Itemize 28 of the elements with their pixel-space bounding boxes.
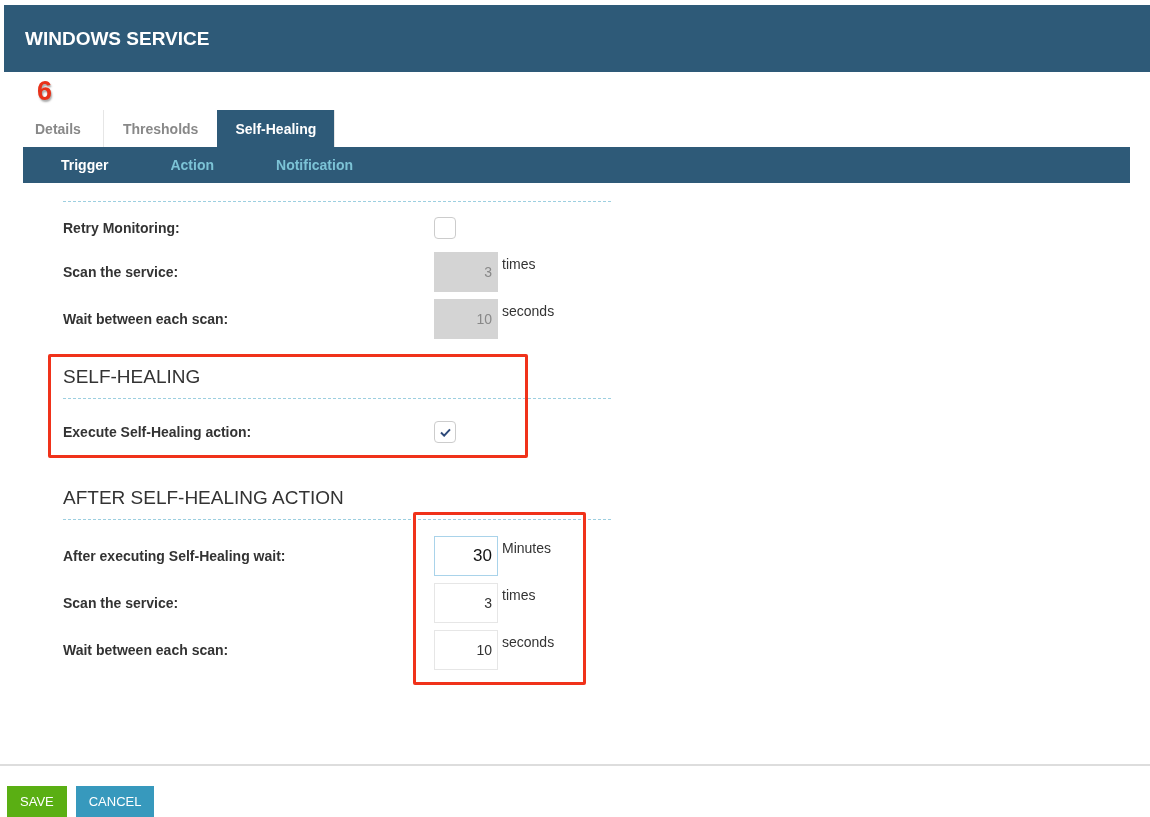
unit-label: times: [502, 587, 536, 603]
section-heading: SELF-HEALING: [63, 366, 202, 388]
subtab[interactable]: Trigger: [61, 157, 109, 173]
window-title: WINDOWS SERVICE: [25, 27, 210, 50]
field-label: Wait between each scan:: [63, 310, 230, 327]
field-label: Wait between each scan:: [63, 641, 230, 658]
cancel-button[interactable]: CANCEL: [75, 786, 155, 817]
checkbox[interactable]: [434, 421, 456, 443]
number-input[interactable]: 30: [434, 535, 498, 576]
section-heading: AFTER SELF-HEALING ACTION: [63, 487, 345, 509]
number-input[interactable]: 3: [434, 582, 498, 623]
subtab[interactable]: Notification: [276, 157, 354, 173]
field-label: Execute Self-Healing action:: [63, 424, 253, 440]
unit-label: Minutes: [502, 540, 552, 556]
checkmark-icon: [439, 427, 451, 437]
save-button[interactable]: SAVE: [7, 786, 67, 817]
unit-label: seconds: [502, 634, 555, 650]
tab[interactable]: Self-Healing: [217, 110, 336, 147]
unit-label: times: [502, 256, 536, 272]
field-label: After executing Self-Healing wait:: [63, 547, 287, 564]
callout-number: 6: [37, 76, 53, 107]
subtab[interactable]: Action: [170, 157, 215, 173]
field-label: Retry Monitoring:: [63, 220, 181, 236]
unit-label: seconds: [502, 303, 555, 319]
number-input[interactable]: 10: [434, 629, 498, 670]
checkbox[interactable]: [434, 217, 456, 239]
field-label: Scan the service:: [63, 594, 180, 611]
field-label: Scan the service:: [63, 263, 180, 280]
